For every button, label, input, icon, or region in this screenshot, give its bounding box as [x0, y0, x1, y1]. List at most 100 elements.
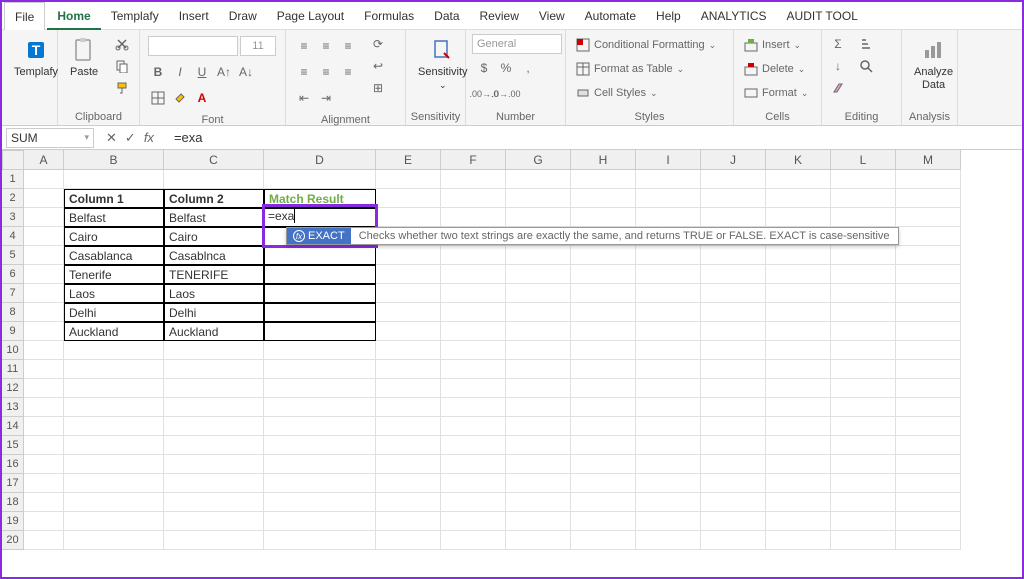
cell[interactable] [896, 246, 961, 265]
cell[interactable] [506, 493, 571, 512]
cell[interactable] [896, 341, 961, 360]
cell[interactable] [636, 341, 701, 360]
cell[interactable] [571, 208, 636, 227]
cell[interactable] [896, 170, 961, 189]
cell[interactable] [24, 360, 64, 379]
cell[interactable] [701, 265, 766, 284]
decrease-font-button[interactable]: A↓ [236, 62, 256, 82]
cell[interactable] [164, 341, 264, 360]
cell[interactable] [24, 265, 64, 284]
cell[interactable] [636, 512, 701, 531]
cell[interactable] [636, 208, 701, 227]
cell[interactable] [376, 284, 441, 303]
cell[interactable] [441, 265, 506, 284]
cell[interactable] [831, 474, 896, 493]
cell[interactable] [571, 303, 636, 322]
cell[interactable] [264, 493, 376, 512]
table-cell[interactable]: Cairo [64, 227, 164, 246]
row-header-13[interactable]: 13 [2, 398, 24, 417]
cell[interactable] [164, 360, 264, 379]
comma-button[interactable]: , [518, 58, 538, 78]
fill-button[interactable]: ↓ [828, 56, 848, 76]
cell[interactable] [441, 436, 506, 455]
cell[interactable] [701, 246, 766, 265]
wrap-text-button[interactable]: ↩ [368, 56, 388, 76]
cell[interactable] [831, 265, 896, 284]
fill-color-button[interactable] [170, 88, 190, 108]
cell[interactable] [264, 398, 376, 417]
cell[interactable] [24, 341, 64, 360]
tab-automate[interactable]: Automate [575, 2, 646, 30]
cell[interactable] [376, 360, 441, 379]
format-cells-button[interactable]: Format⌄ [740, 84, 815, 102]
cell[interactable] [376, 512, 441, 531]
table-cell[interactable] [264, 265, 376, 284]
cell[interactable] [896, 531, 961, 550]
cell[interactable] [701, 474, 766, 493]
tab-templafy[interactable]: Templafy [101, 2, 169, 30]
cell[interactable] [441, 341, 506, 360]
cell[interactable] [64, 531, 164, 550]
row-header-9[interactable]: 9 [2, 322, 24, 341]
cell[interactable] [441, 360, 506, 379]
conditional-formatting-button[interactable]: Conditional Formatting⌄ [572, 36, 727, 54]
number-format-select[interactable] [472, 34, 562, 54]
name-box[interactable]: SUM [6, 128, 94, 148]
cell[interactable] [64, 474, 164, 493]
cut-button[interactable] [112, 34, 132, 54]
autosum-button[interactable]: Σ [828, 34, 848, 54]
cell[interactable] [506, 360, 571, 379]
cell[interactable] [264, 341, 376, 360]
format-painter-button[interactable] [112, 78, 132, 98]
tab-insert[interactable]: Insert [169, 2, 219, 30]
cell[interactable] [701, 284, 766, 303]
cell[interactable] [64, 379, 164, 398]
tab-data[interactable]: Data [424, 2, 469, 30]
active-cell-content[interactable]: =exa [268, 209, 295, 223]
table-cell[interactable]: Belfast [164, 208, 264, 227]
cell[interactable] [376, 455, 441, 474]
column-header-L[interactable]: L [831, 150, 896, 170]
cell[interactable] [24, 436, 64, 455]
align-right-button[interactable]: ≡ [338, 62, 358, 82]
paste-button[interactable]: Paste [62, 32, 106, 82]
cell[interactable] [636, 360, 701, 379]
cell[interactable] [571, 284, 636, 303]
row-header-7[interactable]: 7 [2, 284, 24, 303]
cell[interactable] [24, 474, 64, 493]
cell[interactable] [441, 398, 506, 417]
cell[interactable] [506, 417, 571, 436]
cell[interactable] [64, 341, 164, 360]
cell[interactable] [896, 303, 961, 322]
cell[interactable] [164, 417, 264, 436]
tab-view[interactable]: View [529, 2, 575, 30]
row-header-12[interactable]: 12 [2, 379, 24, 398]
cell[interactable] [831, 189, 896, 208]
cell[interactable] [441, 493, 506, 512]
cell[interactable] [766, 512, 831, 531]
cell[interactable] [831, 417, 896, 436]
cell[interactable] [896, 436, 961, 455]
table-header-col1[interactable]: Column 1 [64, 189, 164, 208]
cell[interactable] [571, 436, 636, 455]
cell[interactable] [571, 398, 636, 417]
cell[interactable] [441, 531, 506, 550]
cell[interactable] [24, 208, 64, 227]
row-header-8[interactable]: 8 [2, 303, 24, 322]
cell[interactable] [766, 303, 831, 322]
row-header-11[interactable]: 11 [2, 360, 24, 379]
cell[interactable] [24, 227, 64, 246]
cell[interactable] [64, 170, 164, 189]
cell[interactable] [766, 341, 831, 360]
cell[interactable] [766, 246, 831, 265]
cell[interactable] [164, 379, 264, 398]
cell[interactable] [766, 493, 831, 512]
cell[interactable] [376, 322, 441, 341]
cell[interactable] [636, 436, 701, 455]
cell[interactable] [506, 512, 571, 531]
row-header-1[interactable]: 1 [2, 170, 24, 189]
cell[interactable] [506, 455, 571, 474]
cell[interactable] [441, 170, 506, 189]
cell[interactable] [571, 341, 636, 360]
row-header-15[interactable]: 15 [2, 436, 24, 455]
